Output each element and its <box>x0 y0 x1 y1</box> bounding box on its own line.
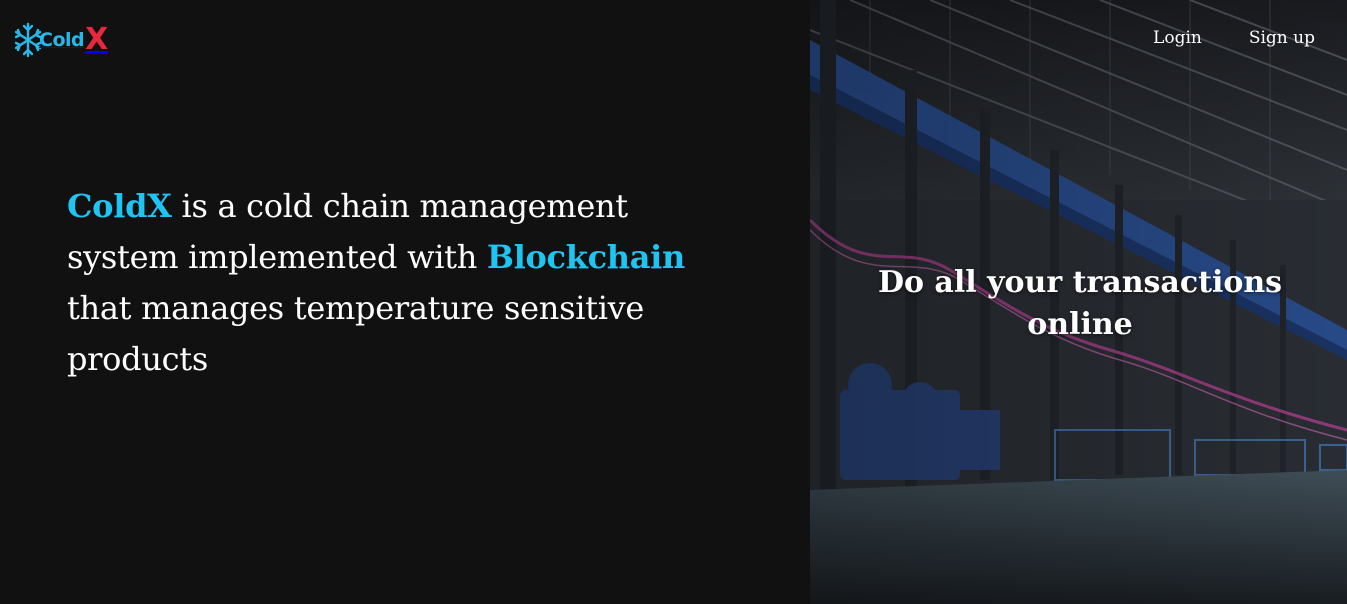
image-panel: Login Sign up Do all your transactions o… <box>810 0 1347 604</box>
brand-logo[interactable]: Cold X <box>15 20 108 60</box>
panel-tagline: Do all your transactions online <box>877 265 1283 342</box>
logo-text-cold: Cold <box>39 29 85 51</box>
hero-text-part2: that manages temperature sensitive produ… <box>67 289 645 378</box>
signup-link[interactable]: Sign up <box>1249 28 1315 48</box>
hero-headline: ColdX is a cold chain management system … <box>67 181 747 385</box>
hero-highlight-word: Blockchain <box>486 238 686 276</box>
intro-panel: Cold X ColdX is a cold chain management … <box>0 0 810 604</box>
login-link[interactable]: Login <box>1153 28 1202 48</box>
hero-brand-word: ColdX <box>67 187 172 225</box>
logo-text-x: X <box>85 22 109 57</box>
landing-page: Cold X ColdX is a cold chain management … <box>0 0 1347 604</box>
top-nav: Login Sign up <box>1153 28 1315 48</box>
